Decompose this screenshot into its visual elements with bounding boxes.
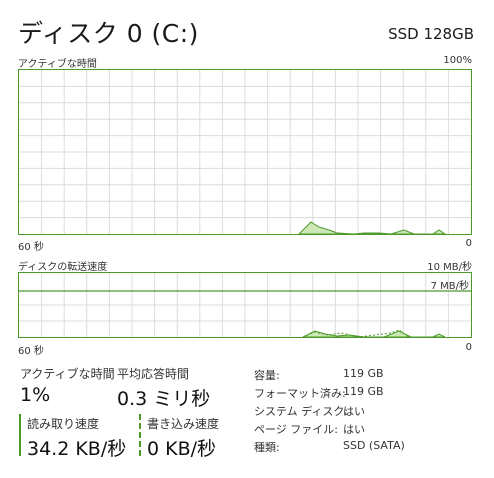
active-time-graph <box>18 69 472 235</box>
device-model: SSD 128GB <box>388 25 474 43</box>
active-time-label: アクティブな時間 <box>20 367 115 381</box>
transfer-speed-graph-label: ディスクの転送速度 <box>18 262 108 273</box>
system-disk-value: はい <box>343 405 365 418</box>
active-time-graph-label: アクティブな時間 <box>18 59 97 70</box>
read-speed-indicator <box>19 414 21 456</box>
formatted-value: 119 GB <box>343 385 384 398</box>
avg-response-label: 平均応答時間 <box>117 367 190 381</box>
write-speed-label: 書き込み速度 <box>147 417 220 431</box>
type-value: SSD (SATA) <box>343 439 405 452</box>
page-title: ディスク 0 (C:) <box>18 19 199 48</box>
capacity-value: 119 GB <box>343 367 384 380</box>
write-speed-value: 0 KB/秒 <box>147 438 217 460</box>
transfer-speed-graph-right-axis: 0 <box>465 342 472 353</box>
active-time-graph-right-axis: 0 <box>465 238 472 249</box>
system-disk-key: システム ディスク: <box>254 405 349 418</box>
active-time-graph-left-axis: 60 秒 <box>18 242 44 253</box>
formatted-key: フォーマット済み: <box>254 387 346 400</box>
page-file-key: ページ ファイル: <box>254 423 338 436</box>
avg-response-value: 0.3 ミリ秒 <box>117 388 211 410</box>
read-speed-value: 34.2 KB/秒 <box>27 438 127 460</box>
transfer-speed-line-label: 7 MB/秒 <box>430 281 469 292</box>
active-time-graph-max: 100% <box>443 55 472 66</box>
active-time-value: 1% <box>20 384 51 406</box>
write-speed-indicator <box>139 414 141 456</box>
active-time-graph-svg <box>19 70 471 234</box>
transfer-speed-graph-svg <box>19 273 471 337</box>
transfer-speed-graph-max: 10 MB/秒 <box>427 262 472 273</box>
capacity-key: 容量: <box>254 369 280 382</box>
page-file-value: はい <box>343 423 365 436</box>
transfer-speed-graph <box>18 272 472 338</box>
type-key: 種類: <box>254 441 280 454</box>
transfer-speed-graph-left-axis: 60 秒 <box>18 346 44 357</box>
read-speed-label: 読み取り速度 <box>27 417 100 431</box>
